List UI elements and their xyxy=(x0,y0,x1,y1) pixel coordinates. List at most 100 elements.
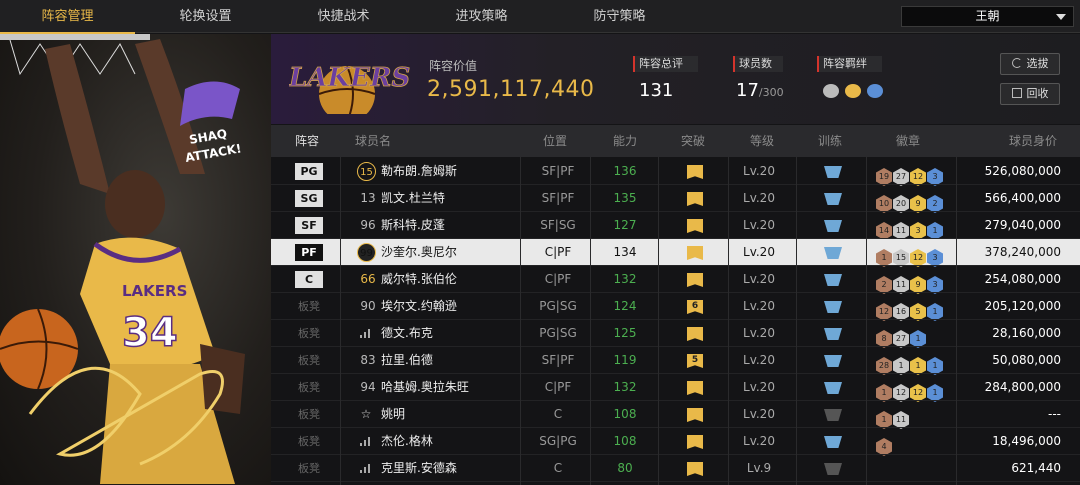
roster-row[interactable]: SG 13 凯文.杜兰特 SF|PF 135 Lv.20 10 20 9 2 566,400,000 xyxy=(271,185,1080,213)
player-value: 284,800,000 xyxy=(984,380,1061,394)
training-icon[interactable] xyxy=(824,166,842,178)
training-icon[interactable] xyxy=(824,382,842,394)
col-training[interactable]: 训练 xyxy=(818,125,842,157)
training-icon[interactable] xyxy=(824,463,842,475)
player-position: SF|PF xyxy=(541,353,575,367)
player-position: PG|SG xyxy=(539,299,577,313)
player-value: 50,080,000 xyxy=(992,353,1061,367)
team-select[interactable]: 王朝 xyxy=(901,6,1074,27)
chevron-down-icon xyxy=(1056,14,1066,20)
recycle-icon xyxy=(1011,88,1022,98)
row-divider xyxy=(271,481,1080,482)
training-icon[interactable] xyxy=(824,220,842,232)
lineup-slot: PG xyxy=(295,163,323,180)
player-value: 254,080,000 xyxy=(984,272,1061,286)
lineup-slot: PF xyxy=(295,244,323,261)
col-lineup[interactable]: 阵容 xyxy=(295,125,319,157)
player-name: 沙奎尔.奥尼尔 xyxy=(381,245,457,259)
training-icon[interactable] xyxy=(824,247,842,259)
lineup-slot: C xyxy=(295,271,323,288)
bond-icons[interactable] xyxy=(823,82,893,102)
badge-list: 10 20 9 2 xyxy=(876,189,944,213)
training-icon[interactable] xyxy=(824,193,842,205)
badge-list: 8 27 1 xyxy=(876,324,927,348)
jersey-number: 15 xyxy=(357,162,376,181)
badge-list: 2 11 9 3 xyxy=(876,270,944,294)
player-level: Lv.20 xyxy=(743,299,775,313)
col-badges[interactable]: 徽章 xyxy=(896,125,920,157)
roster-row[interactable]: PG 15 勒布朗.詹姆斯 SF|PF 136 Lv.20 19 27 12 3 526,080,0… xyxy=(271,158,1080,186)
player-level: Lv.20 xyxy=(743,218,775,232)
player-position: C xyxy=(553,461,563,475)
tab-rotation[interactable]: 轮换设置 xyxy=(138,0,273,33)
tab-offense[interactable]: 进攻策略 xyxy=(414,0,549,33)
col-level[interactable]: 等级 xyxy=(750,125,774,157)
player-ability: 132 xyxy=(613,272,637,286)
badge-list: 1 11 xyxy=(876,405,910,429)
player-name: 埃尔文.约翰逊 xyxy=(381,299,457,313)
player-name: 勒布朗.詹姆斯 xyxy=(381,164,457,178)
player-level: Lv.20 xyxy=(743,164,775,178)
player-level: Lv.9 xyxy=(746,461,772,475)
roster-row[interactable]: SF 96 斯科特.皮蓬 SF|SG 127 Lv.20 14 11 3 1 279,040,000 xyxy=(271,212,1080,240)
training-icon[interactable] xyxy=(824,301,842,313)
breakthrough-crown-icon xyxy=(687,219,703,233)
breakthrough-crown-icon xyxy=(687,462,703,476)
breakthrough-crown-icon xyxy=(687,381,703,395)
player-name: 威尔特.张伯伦 xyxy=(381,272,457,286)
breakthrough-crown-icon xyxy=(687,165,703,179)
col-name[interactable]: 球员名 xyxy=(355,125,391,157)
roster-row[interactable]: 板凳 90 埃尔文.约翰逊 PG|SG 124 6 Lv.20 12 16 5 1 205,120,0… xyxy=(271,293,1080,321)
breakthrough-crown-icon xyxy=(687,327,703,341)
tab-lineup[interactable]: 阵容管理 xyxy=(0,0,135,34)
player-hero-art: LAKERS 34 SHAQ ATTACK! xyxy=(0,34,271,485)
badge-list: 4 xyxy=(876,432,893,456)
column-divider xyxy=(956,157,957,485)
tab-quick-tactics[interactable]: 快捷战术 xyxy=(276,0,411,33)
training-icon[interactable] xyxy=(824,328,842,340)
col-ability[interactable]: 能力 xyxy=(613,125,637,157)
player-name: 斯科特.皮蓬 xyxy=(381,218,445,232)
roster-row[interactable]: C 66 威尔特.张伯伦 C|PF 132 Lv.20 2 11 9 3 254,080,000 xyxy=(271,266,1080,294)
player-position: C|PF xyxy=(544,272,572,286)
player-value: --- xyxy=(1048,407,1061,421)
column-divider xyxy=(658,157,659,485)
roster-row[interactable]: 板凳 83 拉里.伯德 SF|PF 119 5 Lv.20 28 1 1 1 50,080,000 xyxy=(271,347,1080,375)
player-position: C|PF xyxy=(544,245,572,259)
lineup-bond-label: 阵容羁绊 xyxy=(817,56,882,72)
roster-row[interactable]: PF 99 沙奎尔.奥尼尔 C|PF 134 Lv.20 1 15 12 3 378,240,000 xyxy=(271,239,1080,267)
col-value[interactable]: 球员身价 xyxy=(1009,125,1057,157)
training-icon[interactable] xyxy=(824,436,842,448)
roster-row[interactable]: 板凳 94 哈基姆.奥拉朱旺 C|PF 132 Lv.20 1 12 12 1 284,800,00… xyxy=(271,374,1080,402)
player-name: 克里斯.安德森 xyxy=(381,461,457,475)
col-position[interactable]: 位置 xyxy=(543,125,567,157)
player-level: Lv.20 xyxy=(743,326,775,340)
column-divider xyxy=(520,157,521,485)
player-name: 拉里.伯德 xyxy=(381,353,433,367)
player-name: 凯文.杜兰特 xyxy=(381,191,445,205)
tab-defense[interactable]: 防守策略 xyxy=(552,0,687,33)
lineup-slot: 板凳 xyxy=(298,300,320,313)
roster-row[interactable]: 板凳 ☆ 姚明 C 108 Lv.20 1 11 --- xyxy=(271,401,1080,429)
training-icon[interactable] xyxy=(824,274,842,286)
col-breakthrough[interactable]: 突破 xyxy=(681,125,705,157)
breakthrough-crown-icon xyxy=(687,408,703,422)
roster-row[interactable]: 板凳 德文.布克 PG|SG 125 Lv.20 8 27 1 28,160,000 xyxy=(271,320,1080,348)
player-position: SF|PF xyxy=(541,164,575,178)
select-button[interactable]: 选拔 xyxy=(1000,53,1060,75)
player-count-label: 球员数 xyxy=(733,56,783,72)
player-ability: 124 xyxy=(613,299,637,313)
breakthrough-crown-icon: 6 xyxy=(687,300,703,314)
breakthrough-crown-icon xyxy=(687,435,703,449)
training-icon[interactable] xyxy=(824,409,842,421)
player-position: SG|PG xyxy=(539,434,577,448)
roster-table-header: 阵容 球员名 位置 能力 突破 等级 训练 徽章 球员身价 xyxy=(271,125,1080,157)
player-ability: 136 xyxy=(613,164,637,178)
roster-row[interactable]: 板凳 克里斯.安德森 C 80 Lv.9 621,440 xyxy=(271,455,1080,482)
player-count: 17/300 xyxy=(736,80,784,101)
lineup-slot: SG xyxy=(295,190,323,207)
recycle-button[interactable]: 回收 xyxy=(1000,83,1060,105)
player-level: Lv.20 xyxy=(743,191,775,205)
training-icon[interactable] xyxy=(824,355,842,367)
roster-row[interactable]: 板凳 杰伦.格林 SG|PG 108 Lv.20 4 18,496,000 xyxy=(271,428,1080,456)
